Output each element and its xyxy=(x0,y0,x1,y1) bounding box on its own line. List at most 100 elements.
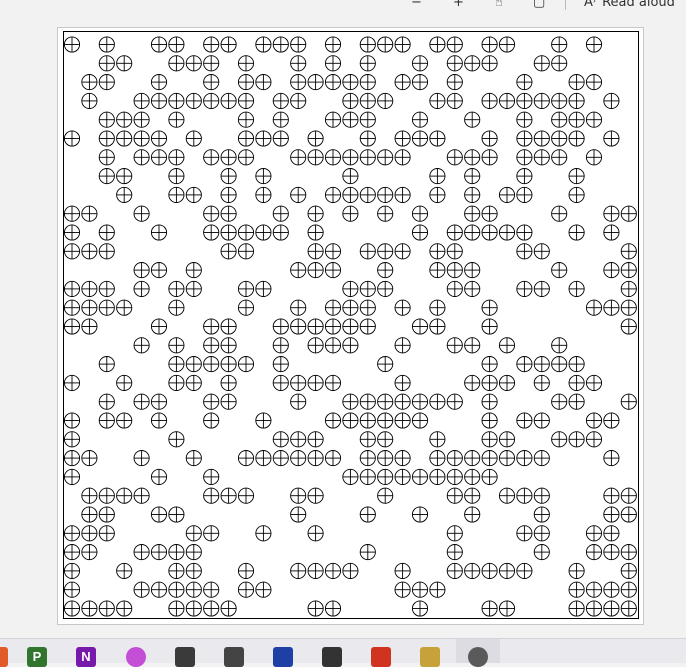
circled-plus-symbol xyxy=(464,55,481,72)
terminal-app-icon[interactable] xyxy=(322,647,342,667)
circled-plus-symbol xyxy=(498,36,516,53)
circled-plus-symbol xyxy=(533,412,550,429)
circled-plus-symbol xyxy=(585,412,603,429)
onenote-app-icon[interactable]: N xyxy=(76,647,96,667)
circled-plus-symbol xyxy=(429,130,446,147)
circled-plus-symbol xyxy=(185,450,202,467)
circled-plus-symbol xyxy=(220,92,237,109)
circled-plus-symbol xyxy=(98,243,115,260)
circled-plus-symbol xyxy=(411,393,429,410)
circled-plus-symbol xyxy=(620,562,637,579)
calculator-icon[interactable] xyxy=(224,647,244,667)
circled-plus-symbol xyxy=(533,374,550,391)
circled-plus-symbol xyxy=(98,600,115,617)
circled-plus-symbol xyxy=(394,562,411,579)
circled-plus-symbol xyxy=(255,280,272,297)
zoom-out-icon[interactable]: − xyxy=(411,0,422,12)
read-aloud-label: Read aloud xyxy=(602,0,675,10)
circled-plus-symbol xyxy=(568,356,585,373)
settings-app-icon[interactable] xyxy=(371,647,391,667)
circled-plus-symbol xyxy=(203,600,220,617)
chart-app-icon[interactable] xyxy=(273,647,293,667)
circled-plus-symbol xyxy=(168,149,185,166)
zoom-in-icon[interactable]: + xyxy=(453,0,464,12)
circled-plus-symbol xyxy=(481,393,498,410)
circled-plus-symbol xyxy=(429,318,446,335)
circled-plus-symbol xyxy=(290,318,307,335)
touch-mode-icon[interactable]: ☝ xyxy=(495,0,503,12)
circled-plus-symbol xyxy=(290,374,307,391)
project-app-icon[interactable]: P xyxy=(27,647,47,667)
circled-plus-symbol xyxy=(342,168,359,185)
circled-plus-symbol xyxy=(377,205,394,222)
circled-plus-symbol xyxy=(81,525,98,542)
circled-plus-symbol xyxy=(394,299,411,316)
circled-plus-symbol xyxy=(81,92,98,109)
circled-plus-symbol xyxy=(98,412,115,429)
pen-app-icon[interactable] xyxy=(175,647,195,667)
circled-plus-symbol xyxy=(568,600,585,617)
circled-plus-symbol xyxy=(307,525,324,542)
circled-plus-symbol xyxy=(290,450,307,467)
circled-plus-symbol xyxy=(98,149,115,166)
circled-plus-symbol xyxy=(498,450,516,467)
circled-plus-symbol xyxy=(81,74,98,91)
circled-plus-symbol xyxy=(498,487,516,504)
circled-plus-symbol xyxy=(585,36,603,53)
circled-plus-symbol xyxy=(533,356,550,373)
circled-plus-symbol xyxy=(585,374,603,391)
circled-plus-symbol xyxy=(446,262,463,279)
circled-plus-symbol xyxy=(603,600,620,617)
circled-plus-symbol xyxy=(185,92,202,109)
circled-plus-symbol xyxy=(516,111,533,128)
circled-plus-symbol xyxy=(133,111,150,128)
circled-plus-symbol xyxy=(620,243,637,260)
circled-plus-symbol xyxy=(377,431,394,448)
circled-plus-symbol xyxy=(307,337,324,354)
circled-plus-symbol xyxy=(185,280,202,297)
circled-plus-symbol xyxy=(585,149,603,166)
circled-plus-symbol xyxy=(464,450,481,467)
circled-plus-symbol xyxy=(446,562,463,579)
circled-plus-symbol xyxy=(620,544,637,561)
circled-plus-symbol xyxy=(150,36,168,53)
circled-plus-symbol xyxy=(168,562,185,579)
circled-plus-symbol xyxy=(342,186,359,203)
circled-plus-symbol xyxy=(116,186,133,203)
circled-plus-symbol xyxy=(168,374,185,391)
circled-plus-symbol xyxy=(237,562,255,579)
circled-plus-symbol xyxy=(411,55,429,72)
circled-plus-symbol xyxy=(481,224,498,241)
circled-plus-symbol xyxy=(185,525,202,542)
circled-plus-symbol xyxy=(237,487,255,504)
taskbar-app-icon[interactable] xyxy=(0,647,8,667)
circled-plus-symbol xyxy=(481,562,498,579)
circled-plus-symbol xyxy=(98,299,115,316)
circled-plus-symbol xyxy=(359,299,376,316)
circled-plus-symbol xyxy=(429,262,446,279)
circled-plus-symbol xyxy=(342,205,359,222)
circled-plus-symbol xyxy=(342,468,359,485)
circled-plus-symbol xyxy=(63,562,81,579)
circled-plus-symbol xyxy=(255,224,272,241)
circled-plus-symbol xyxy=(98,356,115,373)
circled-plus-symbol xyxy=(290,55,307,72)
checklist-app-icon[interactable] xyxy=(420,647,440,667)
circled-plus-symbol xyxy=(464,186,481,203)
circled-plus-symbol xyxy=(133,450,150,467)
circled-plus-symbol xyxy=(533,487,550,504)
read-aloud-button[interactable]: A⁾ Read aloud xyxy=(584,0,675,12)
circled-plus-symbol xyxy=(359,393,376,410)
camera-app-icon[interactable] xyxy=(468,647,488,667)
circled-plus-symbol xyxy=(168,544,185,561)
circled-plus-symbol xyxy=(516,487,533,504)
circled-plus-symbol xyxy=(498,431,516,448)
circled-plus-symbol xyxy=(585,111,603,128)
circled-plus-symbol xyxy=(116,111,133,128)
fit-page-icon[interactable]: ▢ xyxy=(533,0,545,12)
circled-plus-symbol xyxy=(620,487,637,504)
circled-plus-symbol xyxy=(150,92,168,109)
circled-plus-symbol xyxy=(377,356,394,373)
circled-plus-symbol xyxy=(307,149,324,166)
color-app-icon[interactable] xyxy=(126,647,146,667)
